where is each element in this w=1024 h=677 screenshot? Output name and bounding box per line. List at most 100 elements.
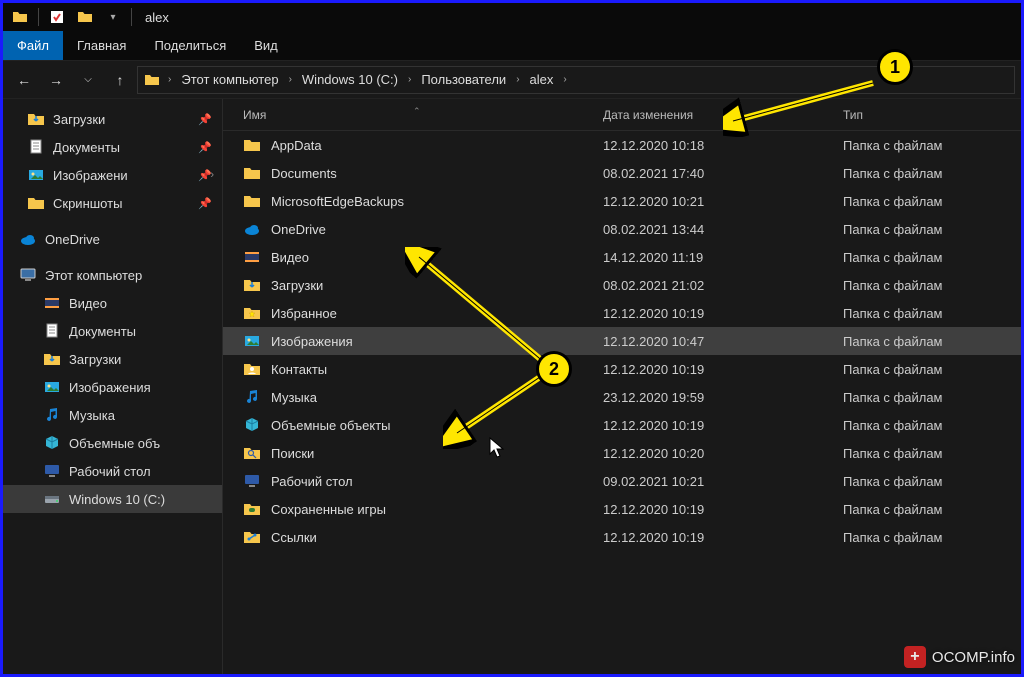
sidebar-item-label: Объемные объ <box>69 436 160 451</box>
sidebar-item[interactable]: Загрузки 📌 <box>3 105 222 133</box>
file-type: Папка с файлам <box>843 250 1021 265</box>
sidebar-item[interactable]: Видео <box>3 289 222 317</box>
file-row[interactable]: Загрузки 08.02.2021 21:02 Папка с файлам <box>223 271 1021 299</box>
qa-newfolder-icon[interactable] <box>76 8 94 26</box>
file-row[interactable]: Видео 14.12.2020 11:19 Папка с файлам <box>223 243 1021 271</box>
chevron-right-icon[interactable]: › <box>512 74 523 85</box>
objects3d-icon <box>243 416 261 434</box>
file-name: Изображения <box>271 334 353 349</box>
chevron-right-icon[interactable]: › <box>559 74 570 85</box>
sidebar-item[interactable]: Изображени 📌 › <box>3 161 222 189</box>
file-row[interactable]: Documents 08.02.2021 17:40 Папка с файла… <box>223 159 1021 187</box>
sidebar-item[interactable]: Изображения <box>3 373 222 401</box>
chevron-right-icon[interactable]: › <box>285 74 296 85</box>
file-row[interactable]: Объемные объекты 12.12.2020 10:19 Папка … <box>223 411 1021 439</box>
sidebar-item[interactable]: Музыка <box>3 401 222 429</box>
sidebar-item[interactable]: Документы <box>3 317 222 345</box>
file-date: 12.12.2020 10:19 <box>603 530 843 545</box>
file-row[interactable]: Рабочий стол 09.02.2021 10:21 Папка с фа… <box>223 467 1021 495</box>
sidebar-item[interactable]: Объемные объ <box>3 429 222 457</box>
file-type: Папка с файлам <box>843 418 1021 433</box>
pin-icon: 📌 <box>198 141 212 154</box>
ribbon-tab-view[interactable]: Вид <box>240 31 292 60</box>
file-date: 12.12.2020 10:19 <box>603 418 843 433</box>
sidebar-item[interactable]: Загрузки <box>3 345 222 373</box>
file-type: Папка с файлам <box>843 530 1021 545</box>
file-type: Папка с файлам <box>843 306 1021 321</box>
file-row[interactable]: Изображения 12.12.2020 10:47 Папка с фай… <box>223 327 1021 355</box>
file-name: Контакты <box>271 362 327 377</box>
file-row[interactable]: Сохраненные игры 12.12.2020 10:19 Папка … <box>223 495 1021 523</box>
explorer-window: ▾ alex Файл Главная Поделиться Вид ← → ⌵… <box>3 3 1021 674</box>
download-icon <box>27 110 45 128</box>
sidebar-item-label: Музыка <box>69 408 115 423</box>
watermark-icon: + <box>904 646 926 668</box>
back-button[interactable]: ← <box>9 65 39 95</box>
sidebar-item-onedrive[interactable]: OneDrive <box>3 225 222 253</box>
file-type: Папка с файлам <box>843 166 1021 181</box>
pin-icon: 📌 <box>198 113 212 126</box>
file-type: Папка с файлам <box>843 194 1021 209</box>
file-row[interactable]: Музыка 23.12.2020 19:59 Папка с файлам <box>223 383 1021 411</box>
download-icon <box>243 276 261 294</box>
file-row[interactable]: AppData 12.12.2020 10:18 Папка с файлам <box>223 131 1021 159</box>
sidebar-item[interactable]: Документы 📌 <box>3 133 222 161</box>
qa-dropdown-icon[interactable]: ▾ <box>104 8 122 26</box>
document-icon <box>27 138 45 156</box>
file-date: 12.12.2020 10:47 <box>603 334 843 349</box>
desktop-icon <box>243 472 261 490</box>
address-segment[interactable]: Пользователи <box>415 67 512 93</box>
up-button[interactable]: ↑ <box>105 65 135 95</box>
column-type[interactable]: Тип <box>843 108 1021 122</box>
column-headers: Имя ⌃ Дата изменения Тип <box>223 99 1021 131</box>
file-date: 08.02.2021 17:40 <box>603 166 843 181</box>
sort-indicator-icon: ⌃ <box>413 106 421 117</box>
address-segment[interactable]: alex <box>524 67 560 93</box>
navigation-pane: Загрузки 📌 Документы 📌 Изображени 📌 › Ск… <box>3 99 223 674</box>
file-row[interactable]: Контакты 12.12.2020 10:19 Папка с файлам <box>223 355 1021 383</box>
file-row[interactable]: MicrosoftEdgeBackups 12.12.2020 10:21 Па… <box>223 187 1021 215</box>
folder-icon <box>243 192 261 210</box>
folder-icon <box>27 194 45 212</box>
sidebar-item[interactable]: Скриншоты 📌 <box>3 189 222 217</box>
forward-button[interactable]: → <box>41 65 71 95</box>
file-name: Сохраненные игры <box>271 502 386 517</box>
watermark: + OCOMP.info <box>904 646 1015 668</box>
file-date: 12.12.2020 10:18 <box>603 138 843 153</box>
desktop-icon <box>43 462 61 480</box>
qa-properties-icon[interactable] <box>48 8 66 26</box>
ribbon-tab-file[interactable]: Файл <box>3 31 63 60</box>
sidebar-item[interactable]: Windows 10 (C:) <box>3 485 222 513</box>
sidebar-item-thispc[interactable]: Этот компьютер <box>3 261 222 289</box>
column-name[interactable]: Имя ⌃ <box>223 108 603 122</box>
ribbon-tab-home[interactable]: Главная <box>63 31 140 60</box>
file-date: 12.12.2020 10:21 <box>603 194 843 209</box>
column-date[interactable]: Дата изменения <box>603 108 843 122</box>
chevron-right-icon[interactable]: › <box>164 74 175 85</box>
folder-icon <box>11 8 29 26</box>
file-row[interactable]: Поиски 12.12.2020 10:20 Папка с файлам <box>223 439 1021 467</box>
file-row[interactable]: Избранное 12.12.2020 10:19 Папка с файла… <box>223 299 1021 327</box>
chevron-right-icon[interactable]: › <box>210 169 214 181</box>
file-date: 14.12.2020 11:19 <box>603 250 843 265</box>
sidebar-item[interactable]: Рабочий стол <box>3 457 222 485</box>
address-segment[interactable]: Этот компьютер <box>175 67 284 93</box>
window-title: alex <box>145 10 169 25</box>
annotation-badge-2: 2 <box>536 351 572 387</box>
sidebar-item-label: Изображени <box>53 168 128 183</box>
objects3d-icon <box>43 434 61 452</box>
file-type: Папка с файлам <box>843 362 1021 377</box>
file-name: Избранное <box>271 306 337 321</box>
file-row[interactable]: OneDrive 08.02.2021 13:44 Папка с файлам <box>223 215 1021 243</box>
chevron-right-icon[interactable]: › <box>404 74 415 85</box>
recent-dropdown[interactable]: ⌵ <box>73 65 103 95</box>
music-icon <box>243 388 261 406</box>
video-icon <box>243 248 261 266</box>
file-date: 08.02.2021 13:44 <box>603 222 843 237</box>
file-row[interactable]: Ссылки 12.12.2020 10:19 Папка с файлам <box>223 523 1021 551</box>
ribbon-tab-share[interactable]: Поделиться <box>140 31 240 60</box>
address-segment[interactable]: Windows 10 (C:) <box>296 67 404 93</box>
sidebar-item-label: Документы <box>69 324 136 339</box>
document-icon <box>43 322 61 340</box>
watermark-text: OCOMP.info <box>932 649 1015 666</box>
